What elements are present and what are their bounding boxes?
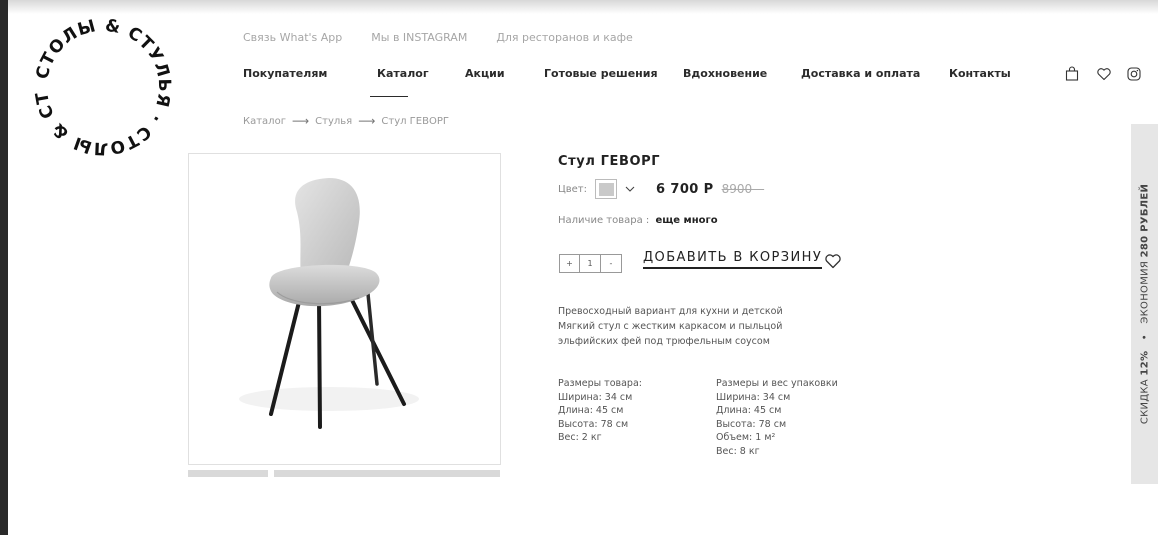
nav-item-promotions[interactable]: Акции (465, 67, 505, 80)
description-line: Превосходный вариант для кухни и детской (558, 306, 783, 317)
color-swatch (598, 182, 614, 196)
nav-item-contacts[interactable]: Контакты (949, 67, 1011, 80)
thumbnail-1[interactable] (188, 470, 268, 477)
qty-value[interactable]: 1 (580, 254, 601, 273)
description-line: Мягкий стул с жестким каркасом и пыльцой (558, 321, 783, 332)
product-description: Превосходный вариант для кухни и детской… (558, 304, 783, 349)
spec-line: Вес: 2 кг (558, 432, 602, 443)
discount-value: 12% (1139, 350, 1150, 376)
breadcrumb-catalog[interactable]: Каталог (243, 116, 286, 127)
bag-icon[interactable] (1064, 66, 1080, 82)
breadcrumb-arrow-icon: ⟶ (358, 114, 376, 128)
thumbnail-2[interactable] (274, 470, 500, 477)
discount-side-banner[interactable]: СКИДКА 12% • ЭКОНОМИЯ 280 РУБЛЕЙ (1131, 124, 1158, 484)
economy-label: ЭКОНОМИЯ (1139, 260, 1150, 324)
logo-text: СТОЛЫ & СТУЛЬЯ · СТОЛЫ & СТУЛЬЯ · (28, 12, 173, 158)
product-photo[interactable] (188, 153, 501, 465)
nav-item-ready-solutions[interactable]: Готовые решения (544, 67, 658, 80)
product-dimensions: Размеры товара: Ширина: 34 см Длина: 45 … (558, 377, 642, 445)
brand-logo[interactable]: СТОЛЫ & СТУЛЬЯ · СТОЛЫ & СТУЛЬЯ · (28, 12, 178, 162)
spec-line: Вес: 8 кг (716, 445, 760, 457)
banner-separator: • (1139, 334, 1150, 341)
nav-item-inspiration[interactable]: Вдохновение (683, 67, 767, 80)
package-dimensions: Размеры и вес упаковки Ширина: 34 см Дли… (716, 377, 838, 458)
discount-banner-text: СКИДКА 12% • ЭКОНОМИЯ 280 РУБЛЕЙ (1139, 184, 1150, 424)
heart-icon[interactable] (1096, 66, 1112, 82)
color-label: Цвет: (558, 183, 588, 195)
spec-line: Ширина: 34 см (716, 391, 791, 403)
stock-availability: Наличие товара : еще много (558, 215, 718, 226)
instagram-link[interactable]: Мы в INSTAGRAM (371, 31, 467, 44)
nav-active-indicator (370, 96, 408, 97)
product-title: Стул ГЕВОРГ (558, 154, 661, 169)
spec-line: Высота: 78 см (716, 418, 787, 430)
instagram-icon[interactable] (1126, 66, 1142, 82)
spec-line: Объем: 1 м² (716, 432, 776, 443)
package-title: Размеры и вес упаковки (716, 378, 838, 389)
color-selector[interactable] (595, 179, 618, 199)
spec-line: Ширина: 34 см (558, 391, 633, 403)
top-shadow (8, 0, 1158, 14)
spec-line: Длина: 45 см (716, 405, 782, 416)
description-line: эльфийских фей под трюфельным соусом (558, 336, 770, 347)
spec-line: Высота: 78 см (558, 418, 629, 430)
color-price-row: Цвет: 6 700 Р 8900— (558, 178, 764, 200)
add-to-cart-button[interactable]: ДОБАВИТЬ В КОРЗИНУ (643, 250, 823, 269)
whatsapp-link[interactable]: Связь What's App (243, 31, 342, 44)
economy-value: 280 РУБЛЕЙ (1139, 183, 1150, 258)
main-nav: Покупателям Каталог Акции Готовые решени… (0, 67, 1158, 83)
breadcrumb-chairs[interactable]: Стулья (315, 116, 352, 127)
stock-value: еще много (655, 215, 718, 226)
discount-label: СКИДКА (1139, 379, 1150, 425)
top-links: Связь What's App Мы в INSTAGRAM Для рест… (243, 31, 633, 44)
chevron-down-icon[interactable] (624, 183, 636, 195)
breadcrumb: Каталог ⟶ Стулья ⟶ Стул ГЕВОРГ (243, 114, 449, 128)
dimensions-title: Размеры товара: (558, 378, 642, 389)
qty-plus-button[interactable]: + (559, 254, 580, 273)
nav-item-catalog[interactable]: Каталог (377, 67, 429, 80)
nav-item-delivery[interactable]: Доставка и оплата (801, 67, 920, 80)
spec-line: Длина: 45 см (558, 405, 624, 416)
price: 6 700 Р (656, 181, 714, 197)
restaurants-link[interactable]: Для ресторанов и кафе (496, 31, 633, 44)
wishlist-heart-icon[interactable] (824, 252, 842, 270)
stock-label: Наличие товара : (558, 215, 650, 226)
qty-minus-button[interactable]: - (601, 254, 622, 273)
svg-text:СТОЛЫ & СТУЛЬЯ · СТОЛЫ & СТУЛЬ: СТОЛЫ & СТУЛЬЯ · СТОЛЫ & СТУЛЬЯ · (28, 12, 174, 158)
breadcrumb-current: Стул ГЕВОРГ (381, 115, 449, 127)
old-price: 8900— (721, 182, 765, 196)
nav-item-customers[interactable]: Покупателям (243, 67, 327, 80)
quantity-stepper: + 1 - (559, 254, 622, 273)
chair-image (239, 178, 419, 429)
breadcrumb-arrow-icon: ⟶ (291, 114, 310, 128)
